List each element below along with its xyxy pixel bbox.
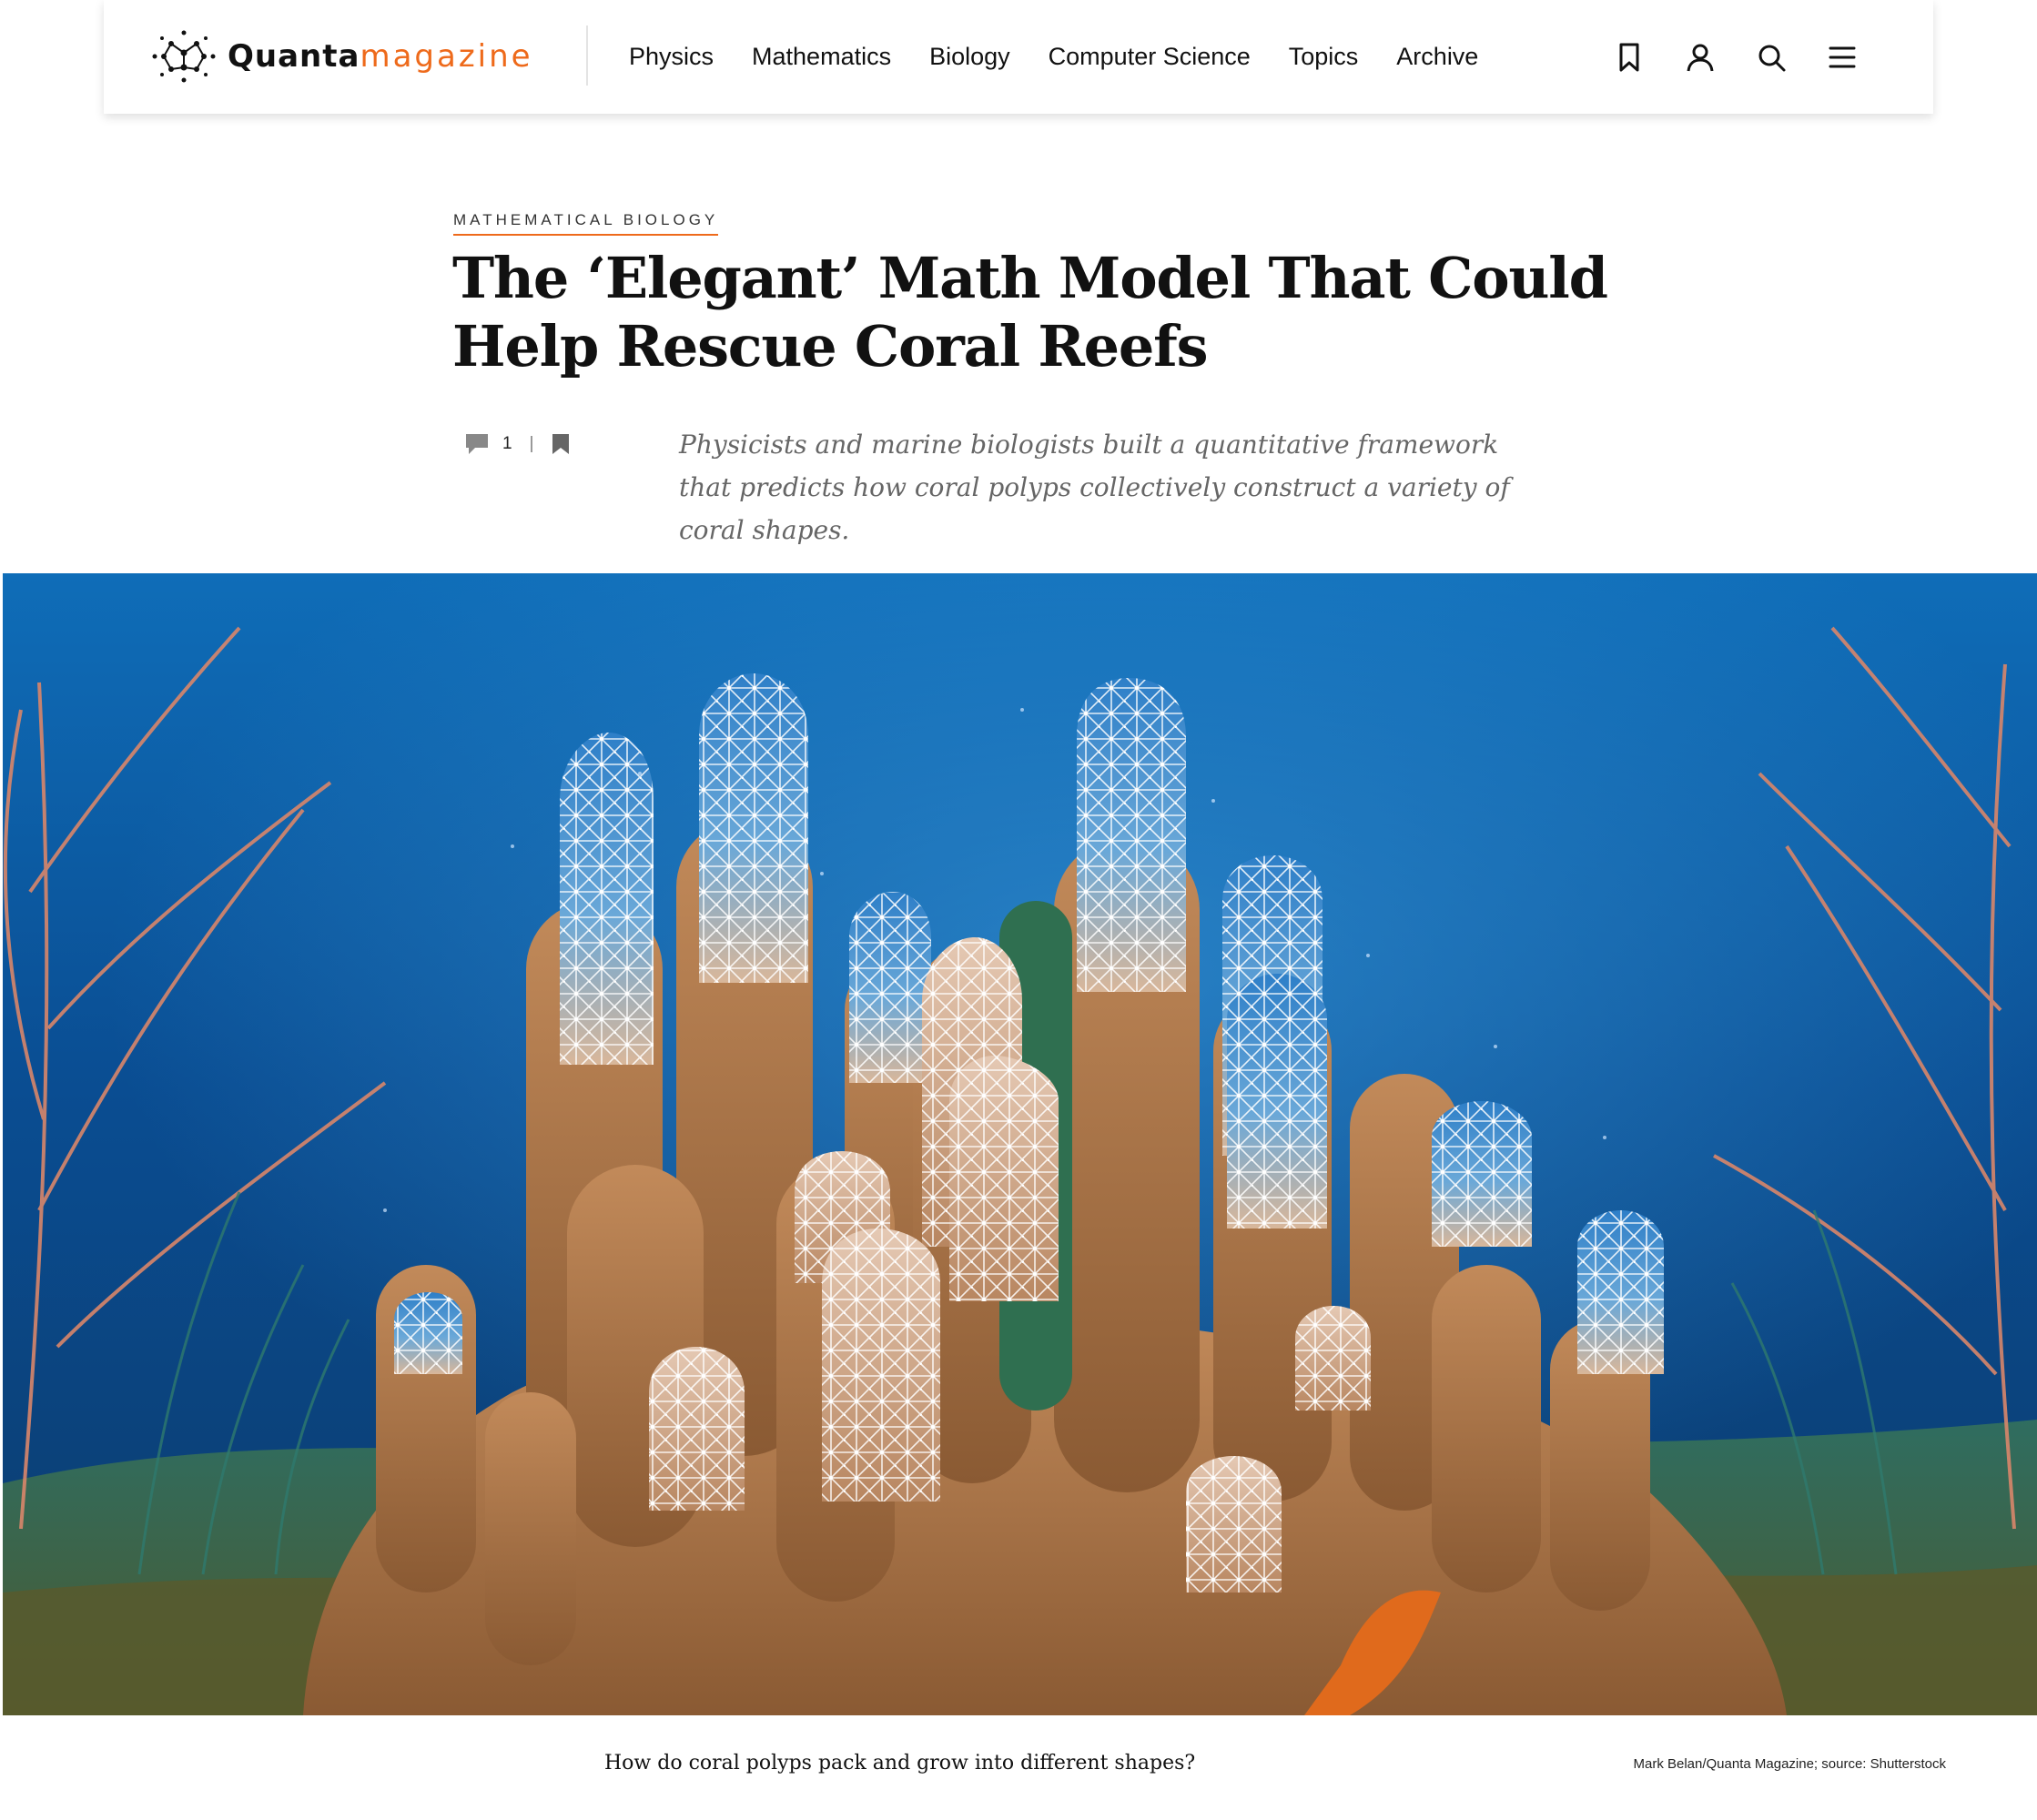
logo-wordmark: Quantamagazine xyxy=(228,38,533,75)
meta-separator xyxy=(530,436,532,452)
save-article-icon[interactable] xyxy=(551,432,571,456)
user-icon xyxy=(1687,44,1714,71)
account-button[interactable] xyxy=(1675,32,1726,83)
main-nav: Physics Mathematics Biology Computer Sci… xyxy=(629,0,1516,114)
nav-mathematics[interactable]: Mathematics xyxy=(752,43,891,71)
hero-image xyxy=(3,573,2037,1715)
logo-wordmark-magazine: magazine xyxy=(360,38,533,75)
article-title: The ‘Elegant’ Math Model That Could Help… xyxy=(452,245,1608,379)
nav-physics[interactable]: Physics xyxy=(629,43,714,71)
menu-icon xyxy=(1829,46,1856,67)
comments-link[interactable]: 1 xyxy=(464,432,512,456)
comment-icon xyxy=(466,434,488,454)
nav-biology[interactable]: Biology xyxy=(929,43,1010,71)
nav-archive[interactable]: Archive xyxy=(1396,43,1478,71)
bookmark-icon xyxy=(1619,43,1639,71)
coral-illustration xyxy=(3,573,2037,1715)
article-meta: 1 xyxy=(464,430,571,459)
header-tools xyxy=(1584,0,1868,114)
site-header: Quantamagazine Physics Mathematics Biolo… xyxy=(104,0,1933,114)
quanta-logo-icon xyxy=(152,30,216,83)
site-logo[interactable]: Quantamagazine xyxy=(151,27,533,86)
nav-computer-science[interactable]: Computer Science xyxy=(1049,43,1251,71)
hero-caption: How do coral polyps pack and grow into d… xyxy=(604,1752,1196,1774)
hero-credit: Mark Belan/Quanta Magazine; source: Shut… xyxy=(1633,1756,1946,1772)
article-kicker[interactable]: MATHEMATICAL BIOLOGY xyxy=(453,211,719,236)
logo-wordmark-quanta: Quanta xyxy=(228,38,360,75)
search-button[interactable] xyxy=(1746,32,1797,83)
search-icon xyxy=(1758,45,1786,71)
header-divider xyxy=(586,25,588,86)
comment-count: 1 xyxy=(502,434,512,453)
article-dek: Physicists and marine biologists built a… xyxy=(679,430,1510,545)
bookmark-button[interactable] xyxy=(1604,32,1655,83)
nav-topics[interactable]: Topics xyxy=(1289,43,1359,71)
menu-button[interactable] xyxy=(1817,32,1868,83)
